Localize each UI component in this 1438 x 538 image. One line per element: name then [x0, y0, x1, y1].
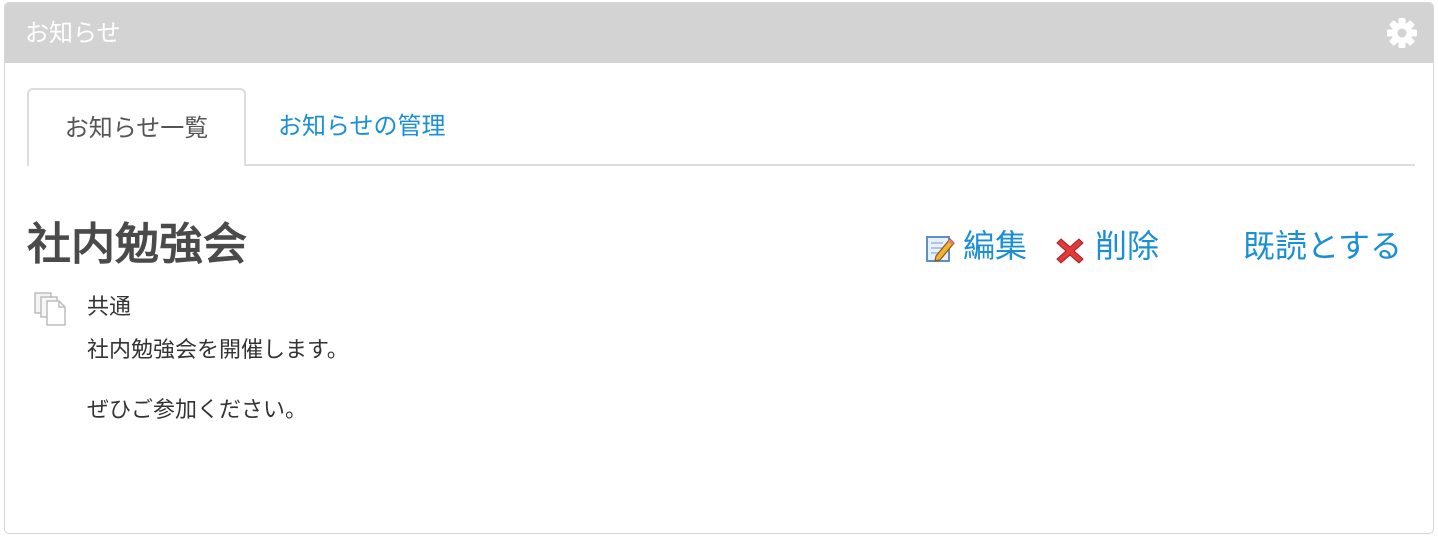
tab-notice-list[interactable]: お知らせ一覧	[27, 88, 246, 166]
tab-bar: お知らせ一覧 お知らせの管理	[27, 88, 1415, 166]
panel-header: お知らせ	[5, 3, 1433, 63]
notice-body-line: ぜひご参加ください。	[87, 398, 308, 423]
edit-pencil-icon	[926, 236, 955, 262]
delete-x-icon	[1056, 238, 1084, 264]
gear-icon[interactable]	[1385, 16, 1419, 50]
copy-documents-icon	[34, 292, 66, 326]
tab-notice-manage[interactable]: お知らせの管理	[278, 88, 446, 164]
panel-title: お知らせ	[25, 19, 121, 47]
notice-category: 共通	[87, 295, 132, 320]
delete-label: 削除	[1095, 227, 1160, 265]
notice-body-line: 社内勉強会を開催します。	[87, 338, 349, 363]
edit-label: 編集	[963, 227, 1028, 265]
notice-title: 社内勉強会	[27, 219, 247, 270]
notice-panel: お知らせ お知らせ一覧 お知らせの管理 社内勉強会 編集 削除 既読とする 共通…	[4, 2, 1434, 534]
mark-read-label: 既読とする	[1243, 227, 1403, 265]
